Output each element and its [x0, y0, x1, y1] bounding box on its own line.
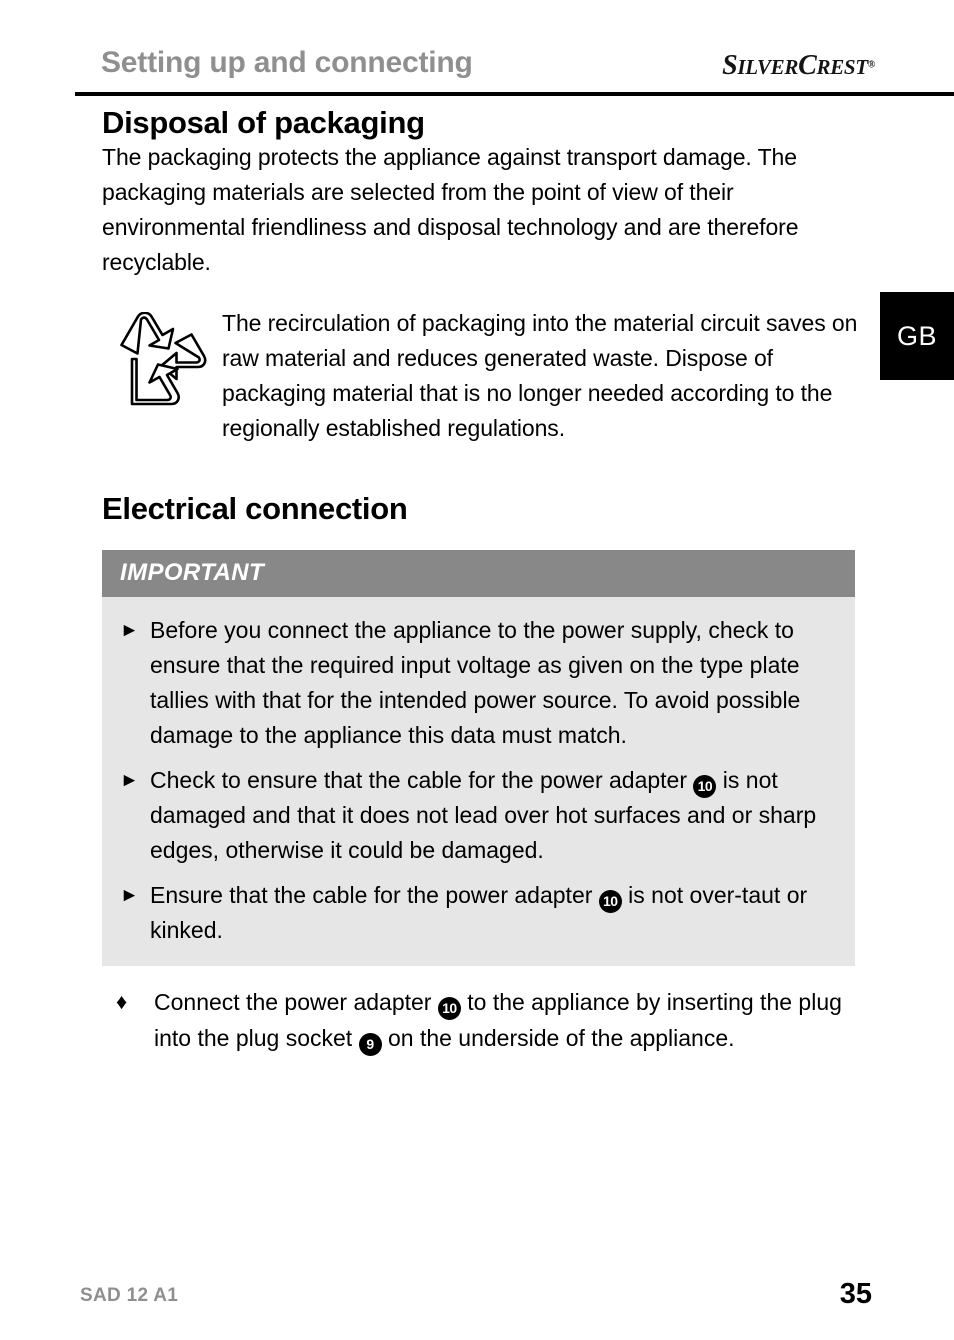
reference-number-badge: 9: [358, 1033, 382, 1057]
reference-number-badge: 10: [598, 890, 622, 914]
logo-c: C: [798, 50, 817, 81]
important-notice-item-text: Before you connect the appliance to the …: [150, 617, 801, 749]
important-notice-box: IMPORTANT ► Before you connect the applia…: [102, 550, 855, 967]
important-notice-item: ► Before you connect the appliance to the…: [120, 613, 837, 753]
important-notice-item: ► Ensure that the cable for the power ada…: [120, 878, 837, 948]
important-notice-header: IMPORTANT: [102, 550, 855, 598]
important-notice-item: ► Check to ensure that the cable for the …: [120, 763, 837, 868]
recycling-symbol-icon: [108, 311, 216, 412]
paragraph-packaging-intro: The packaging protects the appliance aga…: [102, 144, 799, 276]
important-notice-item-text: Ensure that the cable for the power adap…: [150, 882, 808, 944]
header-divider-rule: [75, 92, 954, 96]
reference-number-badge: 10: [693, 775, 717, 799]
logo-ilver: ILVER: [737, 55, 799, 79]
logo-s: S: [722, 50, 738, 81]
important-notice-item-text: Check to ensure that the cable for the p…: [150, 767, 817, 864]
triangle-bullet-icon: ►: [120, 885, 139, 907]
triangle-bullet-icon: ►: [120, 770, 139, 792]
page-content: Disposal of packaging The packaging prot…: [102, 100, 862, 1057]
action-instruction-text: Connect the power adapter 10 to the appl…: [154, 984, 862, 1057]
important-notice-list: ► Before you connect the appliance to the…: [102, 597, 855, 967]
manual-page: Setting up and connecting SILVERCREST® G…: [0, 0, 954, 1340]
heading-disposal-of-packaging: Disposal of packaging: [102, 105, 425, 140]
registered-trademark-icon: ®: [867, 59, 875, 71]
footer-page-number: 35: [839, 1278, 872, 1310]
footer-model-number: SAD 12 A1: [80, 1285, 179, 1306]
diamond-bullet-icon: ♦: [116, 989, 128, 1015]
language-tab-gb: GB: [880, 292, 954, 380]
heading-electrical-connection: Electrical connection: [102, 491, 408, 527]
triangle-bullet-icon: ►: [120, 620, 139, 642]
recycling-info-block: The recirculation of packaging into the …: [102, 306, 862, 446]
action-instruction-item: ♦ Connect the power adapter 10 to the ap…: [102, 984, 862, 1057]
running-header: Setting up and connecting SILVERCREST®: [75, 46, 875, 90]
electrical-connection-section: Electrical connection IMPORTANT ► Before …: [102, 491, 862, 1057]
reference-number-badge: 10: [437, 997, 461, 1021]
running-header-title: Setting up and connecting: [101, 46, 473, 79]
silvercrest-logo: SILVERCREST®: [722, 50, 875, 82]
paragraph-recirculation: The recirculation of packaging into the …: [222, 310, 858, 442]
logo-rest: REST: [816, 55, 869, 79]
